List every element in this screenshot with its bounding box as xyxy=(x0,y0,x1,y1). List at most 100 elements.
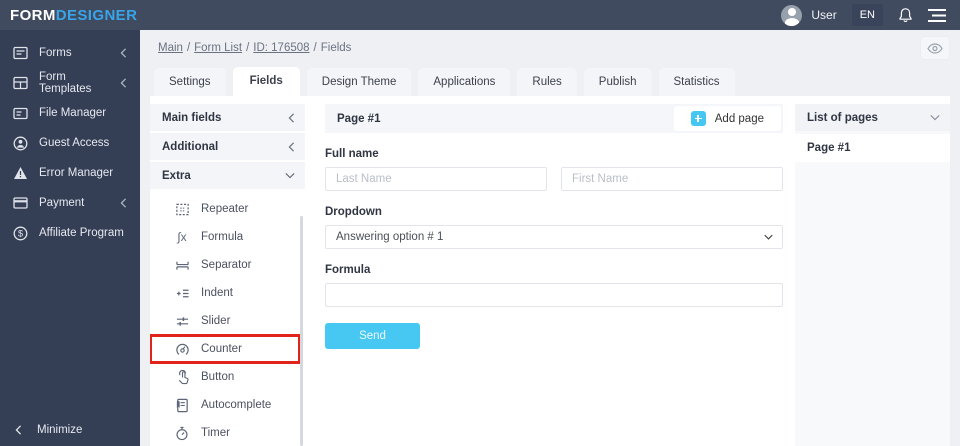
chevron-left-icon xyxy=(120,198,127,208)
pages-panel-header[interactable]: List of pages xyxy=(795,104,950,131)
sidebar-item-affiliate-program[interactable]: $ Affiliate Program xyxy=(0,218,140,248)
field-type-button[interactable]: Button xyxy=(150,363,300,391)
pages-panel-title: List of pages xyxy=(807,111,878,124)
breadcrumb-separator: / xyxy=(246,42,250,54)
language-selector[interactable]: EN xyxy=(851,4,883,26)
section-label: Extra xyxy=(162,169,191,182)
field-type-indent[interactable]: Indent xyxy=(150,279,300,307)
tab-publish[interactable]: Publish xyxy=(583,68,652,96)
sidebar-item-label: File Manager xyxy=(39,107,107,119)
add-page-button[interactable]: Add page xyxy=(673,106,781,131)
menu-hamburger-icon[interactable] xyxy=(928,8,946,22)
dropdown-label: Dropdown xyxy=(325,206,382,218)
sidebar-item-label: Error Manager xyxy=(39,167,114,179)
full-name-label: Full name xyxy=(325,148,379,160)
breadcrumb-link-form-id[interactable]: ID: 176508 xyxy=(253,42,309,54)
tab-settings[interactable]: Settings xyxy=(154,68,226,96)
payment-icon xyxy=(13,197,28,209)
field-type-label: Slider xyxy=(201,315,231,327)
pages-panel: List of pages Page #1 xyxy=(795,104,950,446)
sidebar-item-label: Affiliate Program xyxy=(39,227,124,239)
button-icon xyxy=(174,369,190,385)
timer-icon xyxy=(174,426,190,441)
app-logo: FORMDESIGNER xyxy=(10,7,137,24)
tab-fields[interactable]: Fields xyxy=(232,67,300,96)
field-type-label: Formula xyxy=(201,231,244,243)
page-header: Page #1 Add page xyxy=(325,104,783,133)
section-main-fields[interactable]: Main fields xyxy=(150,104,305,131)
field-type-label: Button xyxy=(201,371,235,383)
tab-applications[interactable]: Applications xyxy=(418,68,511,96)
sidebar-item-label: Guest Access xyxy=(39,137,110,149)
user-avatar[interactable] xyxy=(781,4,803,26)
last-name-input[interactable] xyxy=(325,167,547,191)
repeater-icon xyxy=(174,202,190,217)
add-page-label: Add page xyxy=(714,112,764,125)
sidebar-item-form-templates[interactable]: Form Templates xyxy=(0,68,140,98)
sidebar-item-label: Form Templates xyxy=(39,71,92,95)
field-type-separator[interactable]: Separator xyxy=(150,251,300,279)
tab-design-theme[interactable]: Design Theme xyxy=(306,68,412,96)
field-type-counter[interactable]: Counter xyxy=(150,334,301,364)
field-type-autocomplete[interactable]: Autocomplete xyxy=(150,391,300,419)
tab-rules[interactable]: Rules xyxy=(517,68,577,96)
error-manager-icon xyxy=(13,166,28,180)
top-bar: FORMDESIGNER User EN xyxy=(0,0,960,30)
file-manager-icon xyxy=(13,107,28,120)
section-label: Main fields xyxy=(162,111,222,124)
section-label: Additional xyxy=(162,140,219,153)
chevron-left-icon xyxy=(15,425,22,435)
preview-eye-button[interactable] xyxy=(920,36,950,60)
sidebar-item-forms[interactable]: Forms xyxy=(0,38,140,68)
formula-label: Formula xyxy=(325,264,371,276)
sidebar-item-guest-access[interactable]: Guest Access xyxy=(0,128,140,158)
plus-icon xyxy=(690,111,706,126)
chevron-left-icon xyxy=(288,141,295,152)
page-editor: Page #1 Add page Full name Dropdown Answ… xyxy=(325,104,783,446)
field-type-formula[interactable]: ∫x Formula xyxy=(150,223,300,251)
tab-bar: Settings Fields Design Theme Application… xyxy=(140,62,960,96)
sidebar-item-payment[interactable]: Payment xyxy=(0,188,140,218)
section-additional[interactable]: Additional xyxy=(150,133,305,160)
page-list-item[interactable]: Page #1 xyxy=(795,134,950,162)
first-name-input[interactable] xyxy=(561,167,783,191)
chevron-left-icon xyxy=(288,112,295,123)
breadcrumb-link-main[interactable]: Main xyxy=(158,42,183,54)
notifications-bell-icon[interactable] xyxy=(898,7,913,23)
logo-form: FORM xyxy=(10,6,56,24)
breadcrumb-row: Main / Form List / ID: 176508/Fields xyxy=(140,30,960,62)
formula-input[interactable] xyxy=(325,283,783,307)
indent-icon xyxy=(174,287,190,300)
autocomplete-icon xyxy=(174,398,190,413)
formula-icon: ∫x xyxy=(177,230,187,244)
field-type-slider[interactable]: Slider xyxy=(150,307,300,335)
sidebar-item-file-manager[interactable]: File Manager xyxy=(0,98,140,128)
chevron-down-icon xyxy=(285,172,295,179)
send-button[interactable]: Send xyxy=(325,323,420,349)
field-type-label: Timer xyxy=(201,427,230,439)
counter-icon xyxy=(174,342,190,357)
field-type-timer[interactable]: Timer xyxy=(150,419,300,446)
sidebar-item-error-manager[interactable]: Error Manager xyxy=(0,158,140,188)
forms-icon xyxy=(13,46,28,60)
sidebar-minimize-button[interactable]: Minimize xyxy=(0,414,140,446)
field-type-label: Indent xyxy=(201,287,233,299)
fields-panel-scrollbar[interactable] xyxy=(300,216,303,446)
dropdown-select[interactable]: Answering option # 1 xyxy=(325,225,783,249)
field-type-label: Counter xyxy=(201,343,242,355)
field-type-label: Separator xyxy=(201,259,252,271)
chevron-left-icon xyxy=(120,78,127,88)
breadcrumb-link-form-list[interactable]: Form List xyxy=(194,42,242,54)
field-type-repeater[interactable]: Repeater xyxy=(150,195,300,223)
breadcrumb-current: Fields xyxy=(320,42,352,54)
sidebar: Forms Form Templates File Manager Guest … xyxy=(0,30,140,446)
breadcrumb-separator: / xyxy=(186,42,191,54)
page-title: Page #1 xyxy=(337,112,381,125)
tab-statistics[interactable]: Statistics xyxy=(658,68,735,96)
svg-text:$: $ xyxy=(18,228,23,238)
field-type-label: Repeater xyxy=(201,203,249,215)
section-extra[interactable]: Extra xyxy=(150,162,305,189)
guest-access-icon xyxy=(13,136,28,151)
fields-tab-content: Main fields Additional Extra Repeater ∫x… xyxy=(150,96,950,446)
chevron-down-icon xyxy=(930,114,940,121)
